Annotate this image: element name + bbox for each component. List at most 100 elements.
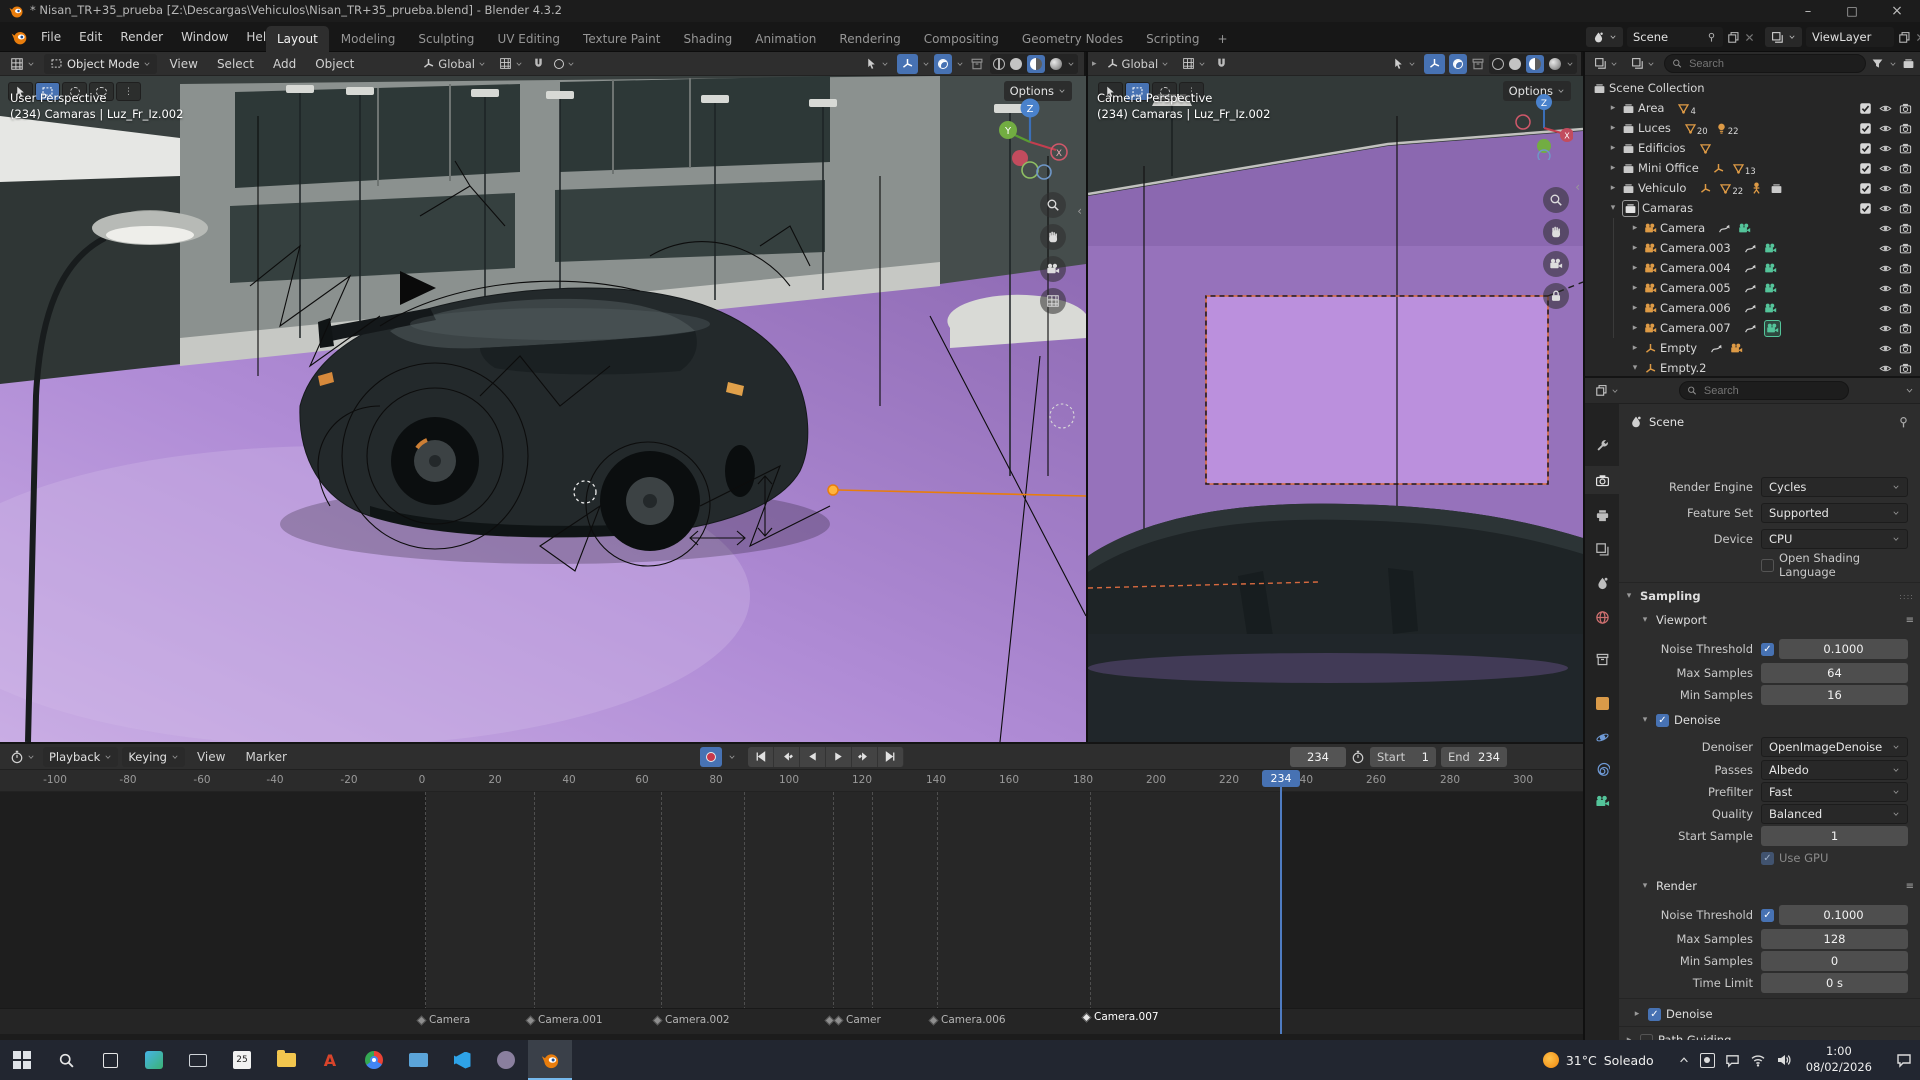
jump-to-start-button[interactable] [748,747,774,767]
overlays-toggle[interactable] [1449,54,1467,74]
timeline-body[interactable] [0,792,1583,1020]
transform-orientation-dropdown[interactable]: Global [1102,54,1174,74]
chevron-down-icon[interactable] [728,753,736,761]
shading-material-icon[interactable] [1526,55,1544,73]
vp1-perspective-control[interactable] [1040,288,1066,314]
viewport-camera-canvas[interactable] [1088,76,1583,742]
taskbar-app-blender-active[interactable] [528,1040,572,1080]
play-reverse-button[interactable] [800,747,826,767]
gizmo-z-label[interactable]: Z [1541,99,1547,109]
eye-icon[interactable] [1879,142,1892,155]
vp1-pan-control[interactable] [1040,224,1066,250]
render-visibility-icon[interactable] [1899,122,1912,135]
eye-icon[interactable] [1879,262,1892,275]
checkbox-icon[interactable] [1859,162,1872,175]
pin-icon[interactable] [1897,416,1910,429]
clock[interactable]: 1:00 08/02/2026 [1802,1044,1876,1075]
show-gizmo-dropdown[interactable] [861,54,893,74]
eye-icon[interactable] [1879,242,1892,255]
marker-camera-006[interactable]: Camera.006 [930,1014,1006,1026]
vp-denoise-header[interactable]: ▾✓ Denoise [1623,710,1914,730]
outliner-row-mini-office[interactable]: ▸ Mini Office 13 [1585,158,1920,178]
device-dropdown[interactable]: CPU [1761,529,1908,549]
start-sample-field[interactable]: 1 [1761,826,1908,846]
tab-sculpting[interactable]: Sculpting [407,26,485,52]
tab-rendering[interactable]: Rendering [828,26,911,52]
max-samples-field[interactable]: 128 [1761,929,1908,949]
render-visibility-icon[interactable] [1899,362,1912,375]
tab-view-layer[interactable] [1585,536,1619,562]
marker-camera-001[interactable]: Camera.001 [527,1014,603,1026]
menu-render[interactable]: Render [111,22,172,52]
gizmos-toggle[interactable] [1424,54,1445,74]
render-visibility-icon[interactable] [1899,242,1912,255]
eye-icon[interactable] [1879,122,1892,135]
gizmo-x-label[interactable]: X [1564,132,1570,141]
outliner-row-edificios[interactable]: ▸ Edificios [1585,138,1920,158]
proportional-editing-dropdown[interactable] [550,54,579,74]
properties-search[interactable] [1679,381,1849,400]
playhead-badge[interactable]: 234 [1262,770,1300,787]
expand-chevron-icon[interactable]: ▸ [1629,263,1641,273]
task-view-button[interactable] [88,1040,132,1080]
vp-menu-add[interactable]: Add [266,52,303,75]
gizmo-x-label[interactable]: X [1056,149,1062,159]
current-frame-field[interactable]: 234 [1290,747,1346,767]
tab-scene[interactable] [1585,570,1619,596]
use-gpu-checkbox[interactable]: ✓ [1761,852,1774,865]
sampling-viewport-header[interactable]: ▾Viewport ≡ [1623,610,1914,630]
editor-type-dropdown[interactable] [6,54,39,74]
expand-chevron-icon[interactable]: ▸ [1629,343,1641,353]
taskbar-app-gimp[interactable] [484,1040,528,1080]
render-visibility-icon[interactable] [1899,182,1912,195]
magnet-snap-icon[interactable] [532,57,545,70]
taskbar-app-chrome[interactable] [352,1040,396,1080]
sampling-render-header[interactable]: ▾Render ≡ [1623,876,1914,896]
passes-dropdown[interactable]: Albedo [1761,760,1908,780]
collapse-chevron-icon[interactable]: ▾ [1607,203,1619,213]
tab-animation[interactable]: Animation [744,26,827,52]
vp2-sidebar-handle[interactable]: ‹ [1575,180,1580,194]
magnet-snap-icon[interactable] [1215,57,1228,70]
vp-menu-view[interactable]: View [162,52,204,75]
render-visibility-icon[interactable] [1899,222,1912,235]
tab-object[interactable] [1585,690,1619,716]
vp1-zoom-control[interactable] [1040,192,1066,218]
tab-compositing[interactable]: Compositing [913,26,1010,52]
scene-name-field[interactable]: Scene [1627,27,1723,47]
volume-icon[interactable] [1776,1052,1792,1068]
chevron-down-icon[interactable] [1067,60,1075,68]
viewport-user-canvas[interactable] [0,76,1086,742]
prefilter-dropdown[interactable]: Fast [1761,782,1908,802]
expand-chevron-icon[interactable]: ▸ [1607,103,1619,113]
vp2-lock-control[interactable] [1543,283,1569,309]
expand-chevron-icon[interactable]: ▸ [1607,123,1619,133]
gizmo-y-label[interactable]: Y [1004,126,1012,137]
playhead-line[interactable] [1280,770,1282,1034]
delete-scene-icon[interactable] [1744,32,1755,43]
tab-geometry-nodes[interactable]: Geometry Nodes [1011,26,1134,52]
maximize-button[interactable]: □ [1830,4,1874,18]
expand-chevron-icon[interactable]: ▸ [1629,323,1641,333]
add-workspace-button[interactable]: + [1212,26,1234,52]
outliner-row-camaras[interactable]: ▾ Camaras [1585,198,1920,218]
preset-list-icon[interactable]: ≡ [1906,615,1914,626]
outliner-row-empty-2[interactable]: ▾ Empty.2 [1585,358,1920,378]
outliner-row-camera-004[interactable]: ▸ Camera.004 [1585,258,1920,278]
vp-menu-select[interactable]: Select [210,52,261,75]
next-keyframe-button[interactable] [852,747,878,767]
show-gizmo-dropdown[interactable] [1388,54,1420,74]
chevron-down-icon[interactable] [1905,386,1914,395]
taskbar-app-calendar[interactable]: 25 [220,1040,264,1080]
denoise-checkbox[interactable]: ✓ [1656,714,1669,727]
taskbar-app-monitor[interactable] [176,1040,220,1080]
gizmo-z-label[interactable]: Z [1027,104,1034,115]
chevron-down-icon[interactable] [1889,60,1897,68]
overlays-toggle[interactable] [934,54,952,74]
render-visibility-icon[interactable] [1899,262,1912,275]
expand-chevron-icon[interactable]: ▸ [1607,143,1619,153]
expand-chevron-icon[interactable]: ▸ [1629,243,1641,253]
wifi-icon[interactable] [1750,1052,1766,1068]
noise-threshold-checkbox[interactable]: ✓ [1761,909,1774,922]
tab-world[interactable] [1585,604,1619,630]
